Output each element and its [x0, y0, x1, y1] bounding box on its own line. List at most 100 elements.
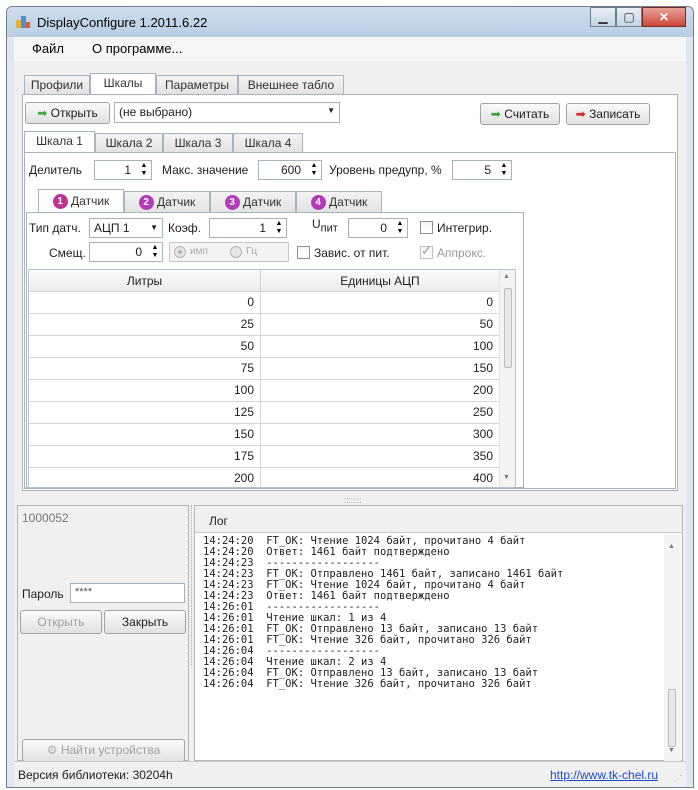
cell-liters[interactable]: 0 [29, 292, 261, 314]
coef-stepper[interactable]: 1 ▲ ▼ [209, 218, 287, 238]
tab-sensor-3[interactable]: 3 Датчик [210, 191, 296, 213]
log-lines: 14:24:20 FT_OK: Чтение 1024 байт, прочит… [203, 536, 663, 690]
offset-stepper[interactable]: 0 ▲ ▼ [89, 242, 163, 262]
tab-sensor-2[interactable]: 2 Датчик [124, 191, 210, 213]
impulse-mode-group: имп Гц [169, 242, 289, 262]
radio-imp[interactable] [174, 246, 186, 258]
splitter-grip[interactable]: :::::::: [344, 496, 362, 505]
spin-arrows-icon[interactable]: ▲ ▼ [309, 162, 319, 178]
scroll-up-icon[interactable]: ▲ [503, 273, 510, 280]
device-open-button[interactable]: Открыть [20, 610, 102, 634]
minimize-button[interactable]: ▁ [590, 7, 616, 27]
table-row[interactable]: 150 300 [29, 424, 499, 446]
find-devices-button[interactable]: ⚙ Найти устройства [22, 739, 185, 762]
tab-scale-1[interactable]: Шкала 1 [24, 131, 95, 153]
cell-adc[interactable]: 400 [261, 468, 499, 487]
cell-liters[interactable]: 25 [29, 314, 261, 336]
tab-scale-2[interactable]: Шкала 2 [95, 133, 163, 153]
device-panel: 1000052 Пароль **** Открыть Закрыть ⚙ На… [17, 505, 189, 762]
cell-adc[interactable]: 100 [261, 336, 499, 358]
menu-file[interactable]: Файл [32, 41, 64, 56]
close-button[interactable]: ✕ [642, 7, 686, 27]
website-link[interactable]: http://www.tk-chel.ru [550, 768, 658, 782]
cell-liters[interactable]: 100 [29, 380, 261, 402]
tab-scale-4[interactable]: Шкала 4 [233, 133, 303, 153]
log-line: 14:26:04 FT_OK: Чтение 326 байт, прочита… [203, 678, 532, 690]
scroll-down-icon[interactable]: ▼ [503, 474, 510, 481]
cell-liters[interactable]: 175 [29, 446, 261, 468]
arrow-right-icon: ➡ [37, 106, 48, 120]
cell-liters[interactable]: 125 [29, 402, 261, 424]
main-window: DisplayConfigure 1.2011.6.22 ▁ ▢ ✕ Файл … [6, 6, 694, 788]
cell-adc[interactable]: 250 [261, 402, 499, 424]
scroll-thumb[interactable] [668, 689, 676, 747]
table-row[interactable]: 75 150 [29, 358, 499, 380]
minimize-icon: ▁ [598, 10, 608, 24]
cell-adc[interactable]: 350 [261, 446, 499, 468]
chevron-down-icon: ▼ [327, 106, 335, 115]
grid-body: 0 0 25 50 50 100 75 150 100 200 125 250 150 300 175 350… [29, 292, 499, 487]
spin-arrows-icon[interactable]: ▲ ▼ [395, 220, 405, 236]
number-badge-icon: 4 [310, 195, 326, 211]
upit-stepper[interactable]: 0 ▲ ▼ [348, 218, 408, 238]
spin-arrows-icon[interactable]: ▲ ▼ [274, 220, 284, 236]
title-bar[interactable]: DisplayConfigure 1.2011.6.22 ▁ ▢ ✕ [7, 7, 693, 37]
cell-adc[interactable]: 200 [261, 380, 499, 402]
table-row[interactable]: 50 100 [29, 336, 499, 358]
number-badge-icon: 3 [224, 195, 240, 211]
divider-stepper[interactable]: 1 ▲ ▼ [94, 160, 152, 180]
table-row[interactable]: 100 200 [29, 380, 499, 402]
tab-scale-3[interactable]: Шкала 3 [163, 133, 233, 153]
spin-arrows-icon[interactable]: ▲ ▼ [499, 162, 509, 178]
grid-scrollbar[interactable]: ▲ ▼ [499, 270, 515, 487]
depend-supply-checkbox[interactable] [297, 246, 310, 259]
tab-profiles[interactable]: Профили [24, 75, 90, 95]
log-textarea[interactable]: 14:24:20 FT_OK: Чтение 1024 байт, прочит… [195, 532, 682, 761]
log-scrollbar[interactable]: ▲ ▼ [664, 533, 681, 761]
scroll-thumb[interactable] [504, 288, 512, 368]
integrate-checkbox[interactable] [420, 221, 433, 234]
maximize-icon: ▢ [623, 10, 635, 24]
cell-adc[interactable]: 300 [261, 424, 499, 446]
table-row[interactable]: 125 250 [29, 402, 499, 424]
cell-adc[interactable]: 0 [261, 292, 499, 314]
cell-adc[interactable]: 150 [261, 358, 499, 380]
sensor-type-select[interactable]: АЦП 1 ▼ [89, 218, 163, 238]
grid-header-adc[interactable]: Единицы АЦП [261, 270, 499, 292]
tab-scales[interactable]: Шкалы [90, 73, 156, 95]
tab-sensor-4[interactable]: 4 Датчик [296, 191, 382, 213]
read-button[interactable]: ➡ Считать [480, 103, 560, 125]
scroll-up-icon[interactable]: ▲ [668, 543, 675, 550]
approx-checkbox[interactable]: ✓ [420, 243, 433, 259]
table-row[interactable]: 175 350 [29, 446, 499, 468]
device-close-button[interactable]: Закрыть [104, 610, 186, 634]
spin-arrows-icon[interactable]: ▲ ▼ [139, 162, 149, 178]
tab-parameters[interactable]: Параметры [156, 75, 238, 95]
radio-hz-label: Гц [246, 246, 258, 257]
table-row[interactable]: 25 50 [29, 314, 499, 336]
cell-liters[interactable]: 50 [29, 336, 261, 358]
cell-adc[interactable]: 50 [261, 314, 499, 336]
warn-level-stepper[interactable]: 5 ▲ ▼ [452, 160, 512, 180]
scroll-down-icon[interactable]: ▼ [668, 747, 675, 754]
table-row[interactable]: 200 400 [29, 468, 499, 487]
tab-sensor-1[interactable]: 1 Датчик [38, 189, 124, 213]
device-id: 1000052 [22, 511, 69, 525]
resize-grip-icon[interactable]: ⋰ [674, 774, 682, 783]
open-profile-button[interactable]: ➡ Открыть [25, 102, 110, 124]
grid-header-liters[interactable]: Литры [29, 270, 261, 292]
menu-about[interactable]: О программе... [92, 41, 182, 56]
radio-hz[interactable] [230, 246, 242, 258]
password-input[interactable]: **** [70, 583, 185, 603]
spin-arrows-icon[interactable]: ▲ ▼ [150, 244, 160, 260]
cell-liters[interactable]: 150 [29, 424, 261, 446]
cell-liters[interactable]: 75 [29, 358, 261, 380]
profile-select[interactable]: (не выбрано) ▼ [114, 102, 340, 123]
table-row[interactable]: 00 [29, 292, 499, 314]
write-button[interactable]: ➡ Записать [566, 103, 650, 125]
maximize-button[interactable]: ▢ [616, 7, 642, 27]
tab-external-display[interactable]: Внешнее табло [238, 75, 344, 95]
max-value-stepper[interactable]: 600 ▲ ▼ [258, 160, 322, 180]
cell-liters[interactable]: 200 [29, 468, 261, 487]
calibration-grid[interactable]: Литры Единицы АЦП 0 0 25 50 50 100 75 150 100 200… [28, 269, 516, 488]
